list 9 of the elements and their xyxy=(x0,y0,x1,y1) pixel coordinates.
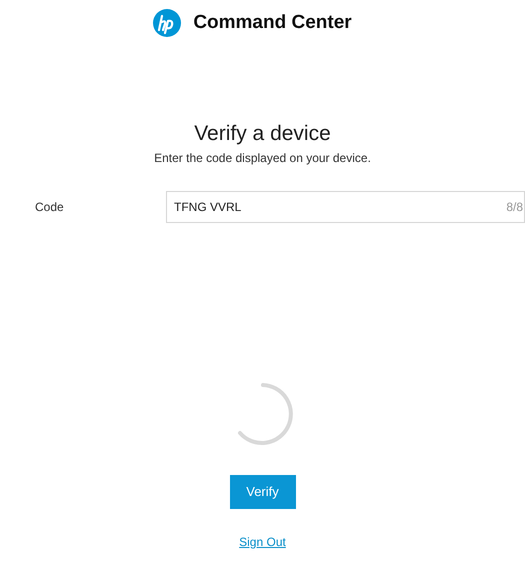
code-field[interactable]: TFNG VVRL 8/8 xyxy=(166,190,525,223)
character-counter: 8/8 xyxy=(506,198,523,216)
verify-button[interactable]: Verify xyxy=(230,474,296,509)
page-heading: Verify a device xyxy=(194,120,331,146)
logo-icon xyxy=(153,9,182,38)
subtitle-text: Enter the code displayed on your device. xyxy=(154,150,371,167)
app-title: Command Center xyxy=(193,11,352,35)
sign-out-link[interactable]: Sign Out xyxy=(239,532,286,551)
code-label: Code xyxy=(35,198,65,216)
